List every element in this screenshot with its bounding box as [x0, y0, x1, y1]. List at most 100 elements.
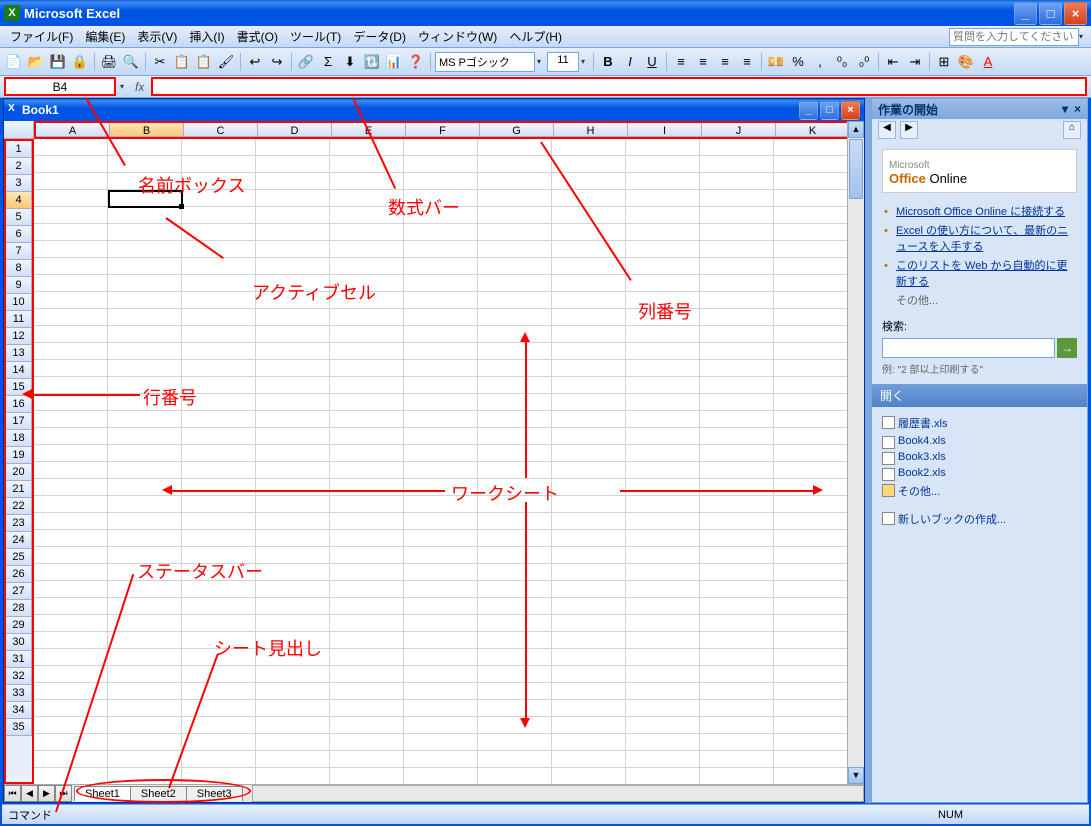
next-sheet-button[interactable]: ▶ — [38, 785, 55, 802]
help-dropdown-icon[interactable]: ▾ — [1079, 32, 1087, 41]
row-header-5[interactable]: 5 — [6, 209, 32, 226]
sheet-tab-2[interactable]: Sheet2 — [130, 786, 187, 801]
col-header-d[interactable]: D — [258, 123, 332, 137]
recent-file-1[interactable]: 履歴書.xls — [882, 413, 1077, 433]
col-header-b[interactable]: B — [110, 123, 184, 137]
row-header-17[interactable]: 17 — [6, 413, 32, 430]
maximize-button[interactable]: □ — [1039, 2, 1062, 25]
row-header-18[interactable]: 18 — [6, 430, 32, 447]
wb-maximize-button[interactable]: □ — [820, 101, 839, 120]
hyperlink-icon[interactable]: 🔗 — [296, 52, 316, 72]
row-header-6[interactable]: 6 — [6, 226, 32, 243]
print-icon[interactable]: 🖨 — [99, 52, 119, 72]
tp-other-link[interactable]: その他... — [882, 292, 1077, 308]
decrease-decimal-icon[interactable]: ₀⁰ — [854, 52, 874, 72]
tp-back-icon[interactable]: ◀ — [878, 121, 896, 139]
tp-new-workbook[interactable]: 新しいブックの作成... — [882, 509, 1077, 529]
row-header-19[interactable]: 19 — [6, 447, 32, 464]
taskpane-dropdown-icon[interactable]: ▾ — [1062, 102, 1068, 116]
autosum-icon[interactable]: Σ — [318, 52, 338, 72]
col-header-k[interactable]: K — [776, 123, 850, 137]
col-header-j[interactable]: J — [702, 123, 776, 137]
fill-color-icon[interactable]: 🎨 — [956, 52, 976, 72]
menu-window[interactable]: ウィンドウ(W) — [412, 26, 503, 47]
menu-tools[interactable]: ツール(T) — [284, 26, 347, 47]
copy-icon[interactable]: 📋 — [172, 52, 192, 72]
last-sheet-button[interactable]: ⏭ — [55, 785, 72, 802]
scroll-thumb[interactable] — [849, 139, 863, 199]
font-size-select[interactable]: 11 — [547, 52, 579, 72]
recent-file-2[interactable]: Book4.xls — [882, 433, 1077, 449]
scroll-up-icon[interactable]: ▲ — [848, 121, 864, 138]
tp-home-icon[interactable]: ⌂ — [1063, 121, 1081, 139]
col-header-i[interactable]: I — [628, 123, 702, 137]
row-header-11[interactable]: 11 — [6, 311, 32, 328]
size-dropdown-icon[interactable]: ▾ — [581, 57, 589, 66]
row-header-12[interactable]: 12 — [6, 328, 32, 345]
tp-search-go-button[interactable]: → — [1057, 338, 1077, 358]
row-header-28[interactable]: 28 — [6, 600, 32, 617]
row-header-24[interactable]: 24 — [6, 532, 32, 549]
menu-format[interactable]: 書式(O) — [231, 26, 284, 47]
row-header-27[interactable]: 27 — [6, 583, 32, 600]
italic-button[interactable]: I — [620, 52, 640, 72]
menu-view[interactable]: 表示(V) — [131, 26, 183, 47]
row-header-25[interactable]: 25 — [6, 549, 32, 566]
row-header-1[interactable]: 1 — [6, 141, 32, 158]
col-header-g[interactable]: G — [480, 123, 554, 137]
select-all-corner[interactable] — [4, 121, 34, 139]
percent-icon[interactable]: % — [788, 52, 808, 72]
close-button[interactable]: × — [1064, 2, 1087, 25]
menu-file[interactable]: ファイル(F) — [4, 26, 79, 47]
font-color-icon[interactable]: A — [978, 52, 998, 72]
undo-icon[interactable]: ↩ — [245, 52, 265, 72]
font-name-select[interactable]: MS Pゴシック — [435, 52, 535, 72]
menu-edit[interactable]: 編集(E) — [79, 26, 131, 47]
row-header-21[interactable]: 21 — [6, 481, 32, 498]
row-header-23[interactable]: 23 — [6, 515, 32, 532]
tp-more-files[interactable]: その他... — [882, 481, 1077, 501]
open-icon[interactable]: 📂 — [26, 52, 46, 72]
recent-file-3[interactable]: Book3.xls — [882, 449, 1077, 465]
borders-icon[interactable]: ⊞ — [934, 52, 954, 72]
sort-desc-icon[interactable]: 🔃 — [362, 52, 382, 72]
font-dropdown-icon[interactable]: ▾ — [537, 57, 545, 66]
format-painter-icon[interactable]: 🖌 — [216, 52, 236, 72]
row-header-8[interactable]: 8 — [6, 260, 32, 277]
col-header-a[interactable]: A — [36, 123, 110, 137]
bold-button[interactable]: B — [598, 52, 618, 72]
row-header-3[interactable]: 3 — [6, 175, 32, 192]
row-header-33[interactable]: 33 — [6, 685, 32, 702]
row-header-32[interactable]: 32 — [6, 668, 32, 685]
name-box-dropdown-icon[interactable]: ▾ — [120, 82, 128, 91]
row-header-7[interactable]: 7 — [6, 243, 32, 260]
merge-center-icon[interactable]: ≡ — [737, 52, 757, 72]
row-header-34[interactable]: 34 — [6, 702, 32, 719]
row-header-2[interactable]: 2 — [6, 158, 32, 175]
row-header-22[interactable]: 22 — [6, 498, 32, 515]
row-header-31[interactable]: 31 — [6, 651, 32, 668]
row-header-13[interactable]: 13 — [6, 345, 32, 362]
menu-help[interactable]: ヘルプ(H) — [503, 26, 568, 47]
sort-icon[interactable]: ⬇ — [340, 52, 360, 72]
chart-icon[interactable]: 📊 — [384, 52, 404, 72]
comma-icon[interactable]: , — [810, 52, 830, 72]
fx-icon[interactable]: fx — [132, 80, 147, 94]
formula-bar[interactable] — [151, 77, 1087, 96]
active-cell[interactable] — [108, 190, 183, 208]
preview-icon[interactable]: 🔍 — [121, 52, 141, 72]
menu-insert[interactable]: 挿入(I) — [183, 26, 230, 47]
row-header-29[interactable]: 29 — [6, 617, 32, 634]
new-icon[interactable]: 📄 — [4, 52, 24, 72]
col-header-f[interactable]: F — [406, 123, 480, 137]
sheet-tab-3[interactable]: Sheet3 — [186, 786, 243, 801]
align-right-icon[interactable]: ≡ — [715, 52, 735, 72]
col-header-c[interactable]: C — [184, 123, 258, 137]
taskpane-close-icon[interactable]: × — [1074, 102, 1081, 116]
tp-forward-icon[interactable]: ▶ — [900, 121, 918, 139]
first-sheet-button[interactable]: ⏮ — [4, 785, 21, 802]
align-left-icon[interactable]: ≡ — [671, 52, 691, 72]
currency-icon[interactable]: 💴 — [766, 52, 786, 72]
row-header-15[interactable]: 15 — [6, 379, 32, 396]
underline-button[interactable]: U — [642, 52, 662, 72]
